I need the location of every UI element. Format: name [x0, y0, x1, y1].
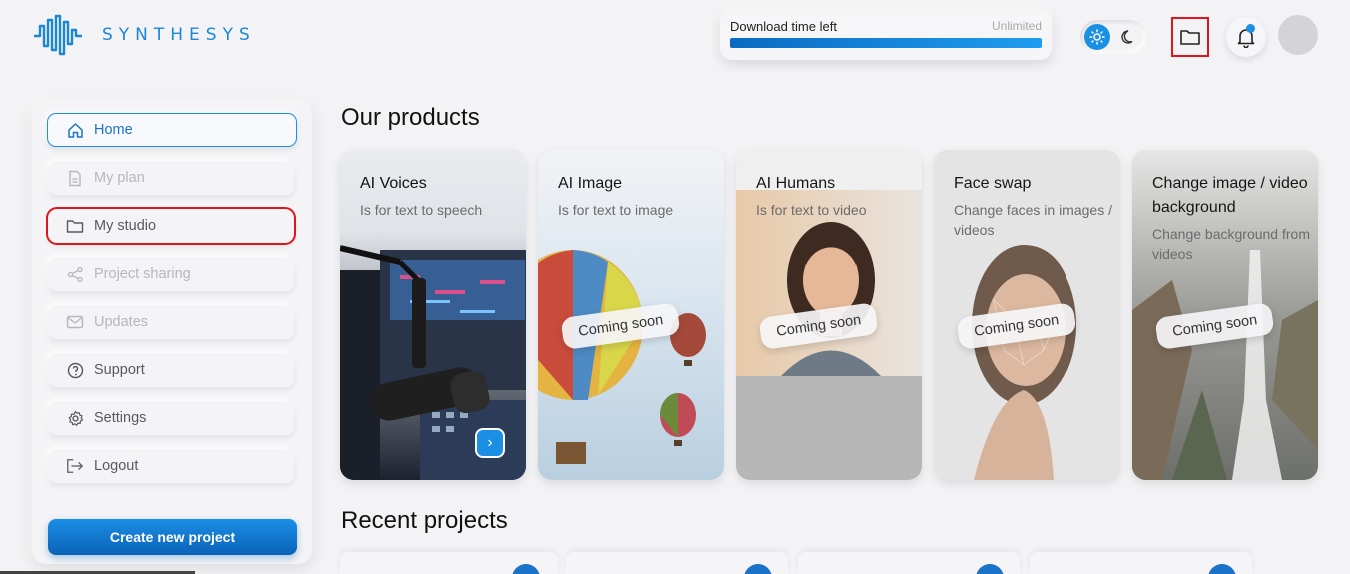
home-icon — [66, 121, 84, 139]
logo-wave-icon — [34, 14, 82, 56]
gear-icon — [66, 409, 84, 427]
sidebar-item-updates[interactable]: Updates — [48, 305, 294, 339]
product-subtitle: Change faces in images / videos — [954, 202, 1112, 238]
mail-icon — [66, 313, 84, 331]
user-avatar[interactable] — [1278, 15, 1318, 55]
project-avatar — [976, 564, 1004, 574]
product-title: AI Voices — [360, 175, 427, 192]
sidebar-item-home[interactable]: Home — [47, 113, 297, 147]
theme-toggle[interactable] — [1080, 20, 1146, 54]
moon-icon — [1121, 30, 1133, 44]
sidebar-item-label: Updates — [94, 314, 149, 330]
open-ai-voices-button[interactable]: › — [475, 428, 505, 458]
download-progress-bar — [730, 38, 1042, 48]
sidebar-item-label: Settings — [94, 410, 147, 426]
sidebar-item-label: Home — [94, 122, 133, 138]
notification-badge — [1246, 24, 1255, 33]
brand-logo[interactable]: SYNTHESYS — [32, 14, 256, 56]
sidebar-item-label: Support — [94, 362, 145, 378]
product-card-ai-humans[interactable]: AI Humans Is for text to video Coming so… — [736, 150, 922, 480]
recent-projects-title: Recent projects — [341, 507, 508, 534]
product-card-ai-image[interactable]: AI Image Is for text to image Coming soo… — [538, 150, 724, 480]
recent-project-card[interactable] — [340, 552, 558, 574]
product-subtitle: Is for text to video — [756, 202, 867, 218]
recent-project-card[interactable] — [798, 552, 1020, 574]
share-icon — [66, 265, 84, 283]
chevron-right-icon: › — [487, 434, 493, 451]
folder-icon — [66, 217, 84, 235]
dark-mode-button[interactable] — [1118, 26, 1140, 48]
download-time-label: Download time left — [730, 19, 837, 34]
folder-icon — [1180, 30, 1200, 45]
my-studio-folder-button[interactable] — [1171, 17, 1209, 57]
project-avatar — [512, 564, 540, 574]
sidebar-item-label: My studio — [94, 218, 157, 234]
create-new-project-button[interactable]: Create new project — [48, 519, 297, 555]
product-card-ai-voices[interactable]: AI Voices Is for text to speech › — [340, 150, 526, 480]
product-subtitle: Is for text to speech — [360, 202, 483, 218]
sidebar-item-my-plan[interactable]: My plan — [48, 161, 294, 195]
recent-project-card[interactable] — [566, 552, 788, 574]
logout-icon — [66, 457, 84, 475]
product-title: AI Image — [558, 175, 623, 192]
sidebar-item-project-sharing[interactable]: Project sharing — [48, 257, 294, 291]
help-icon — [66, 361, 84, 379]
download-time-value: Unlimited — [991, 19, 1042, 33]
project-avatar — [1208, 564, 1236, 574]
document-icon — [66, 169, 84, 187]
product-card-change-background[interactable]: Change image / video background Change b… — [1132, 150, 1318, 480]
sun-icon — [1089, 29, 1105, 45]
sidebar-item-label: My plan — [94, 170, 145, 186]
sidebar-item-settings[interactable]: Settings — [48, 401, 294, 435]
sidebar-item-label: Logout — [94, 458, 139, 474]
product-title: AI Humans — [756, 175, 836, 192]
sidebar: Home My plan My studio Project sharing U… — [32, 101, 312, 564]
products-section-title: Our products — [341, 104, 480, 131]
download-progress-fill — [730, 38, 1042, 48]
recent-project-card[interactable] — [1030, 552, 1252, 574]
product-subtitle: Is for text to image — [558, 202, 674, 218]
product-title: Face swap — [954, 175, 1032, 192]
product-card-face-swap[interactable]: Face swap Change faces in images / video… — [934, 150, 1120, 480]
download-time-widget: Download time left Unlimited — [720, 10, 1052, 60]
sidebar-item-label: Project sharing — [94, 266, 191, 282]
project-avatar — [744, 564, 772, 574]
product-subtitle: Change background from videos — [1152, 226, 1310, 262]
sidebar-item-support[interactable]: Support — [48, 353, 294, 387]
sidebar-item-logout[interactable]: Logout — [48, 449, 294, 483]
brand-name: SYNTHESYS — [102, 25, 256, 45]
product-title: Change image / video background — [1152, 175, 1308, 216]
sidebar-item-my-studio[interactable]: My studio — [46, 207, 296, 245]
light-mode-button[interactable] — [1084, 24, 1110, 50]
notifications-button[interactable] — [1226, 17, 1266, 57]
